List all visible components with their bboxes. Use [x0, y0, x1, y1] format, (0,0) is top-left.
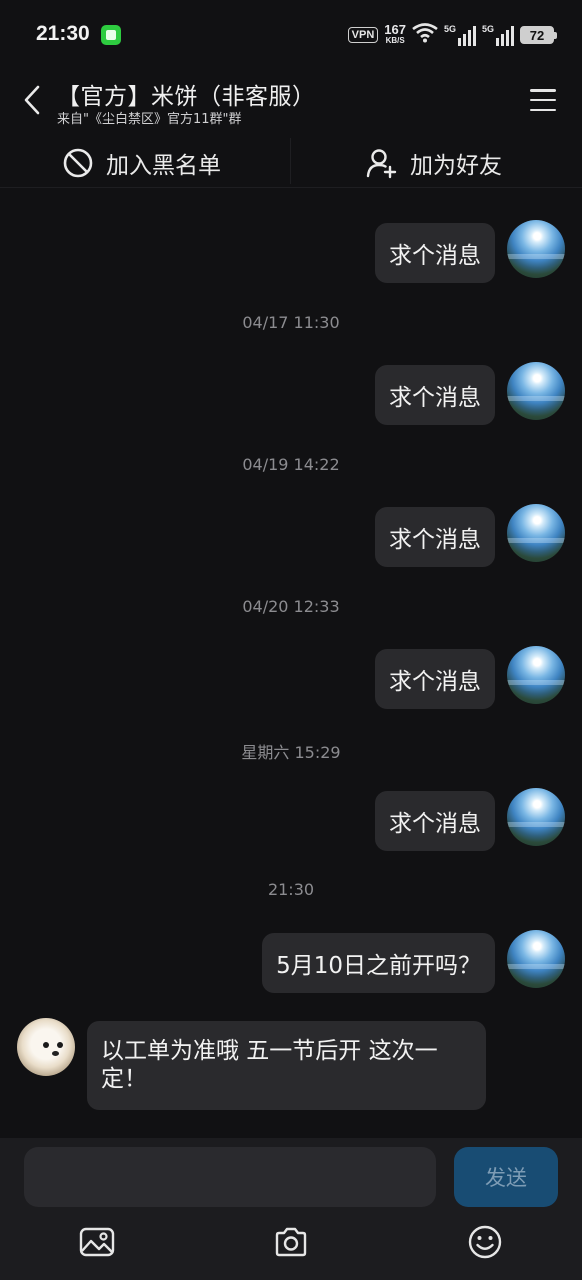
chevron-left-icon	[24, 85, 40, 115]
action-bar: 加入黑名单 加为好友	[0, 138, 582, 188]
outgoing-message[interactable]: 5月10日之前开吗？	[262, 933, 495, 993]
battery-icon: 72	[520, 26, 557, 44]
message-timestamp: 04/17 11:30	[242, 313, 340, 332]
message-input[interactable]	[24, 1147, 436, 1207]
add-friend-button[interactable]: 加为好友	[366, 138, 502, 188]
menu-button[interactable]	[528, 86, 558, 114]
message-timestamp: 04/20 12:33	[242, 597, 340, 616]
action-divider	[290, 138, 291, 184]
outgoing-message[interactable]: 求个消息	[375, 223, 495, 283]
network-speed-value: 167	[384, 22, 406, 37]
wifi-icon	[412, 23, 438, 47]
camera-button[interactable]	[272, 1224, 310, 1260]
signal-sim1-icon: 5G	[444, 24, 476, 46]
my-avatar[interactable]	[507, 362, 565, 420]
block-icon	[63, 148, 93, 178]
composer: 发送	[0, 1138, 582, 1280]
camera-icon	[275, 1227, 307, 1257]
sim1-network-tag: 5G	[444, 24, 457, 34]
battery-level: 72	[529, 27, 545, 43]
add-user-icon	[366, 149, 397, 179]
my-avatar[interactable]	[507, 788, 565, 846]
send-button[interactable]: 发送	[454, 1147, 558, 1207]
add-friend-label: 加为好友	[410, 153, 502, 179]
my-avatar[interactable]	[507, 220, 565, 278]
my-avatar[interactable]	[507, 504, 565, 562]
vpn-badge: VPN	[347, 27, 379, 43]
message-timestamp: 星期六 15:29	[241, 743, 341, 762]
network-speed: 167 KB/S	[384, 22, 406, 46]
message-timestamp: 21:30	[267, 880, 315, 899]
my-avatar[interactable]	[507, 646, 565, 704]
emoji-button[interactable]	[466, 1224, 504, 1260]
status-indicators: VPN 167 KB/S 5G 5G 72	[347, 22, 557, 48]
outgoing-message[interactable]: 求个消息	[375, 791, 495, 851]
incoming-message[interactable]: 以工单为准哦 五一节后开 这次一定！	[87, 1021, 486, 1110]
notification-app-icon	[101, 25, 121, 45]
sim2-network-tag: 5G	[482, 24, 495, 34]
outgoing-message[interactable]: 求个消息	[375, 649, 495, 709]
network-speed-unit: KB/S	[385, 36, 405, 45]
blacklist-button[interactable]: 加入黑名单	[62, 138, 221, 188]
blacklist-label: 加入黑名单	[106, 153, 221, 179]
back-button[interactable]	[14, 82, 50, 118]
my-avatar[interactable]	[507, 930, 565, 988]
peer-avatar[interactable]	[17, 1018, 75, 1076]
menu-icon	[530, 89, 556, 92]
signal-sim2-icon: 5G	[482, 24, 514, 46]
outgoing-message[interactable]: 求个消息	[375, 507, 495, 567]
chat-title: 【官方】米饼（非客服）	[57, 84, 316, 110]
emoji-icon	[468, 1225, 502, 1259]
outgoing-message[interactable]: 求个消息	[375, 365, 495, 425]
chat-subtitle: 来自"《尘白禁区》官方11群"群	[57, 112, 242, 127]
chat-header: 【官方】米饼（非客服） 来自"《尘白禁区》官方11群"群	[0, 70, 582, 134]
image-picker-button[interactable]	[78, 1224, 116, 1260]
image-icon	[79, 1227, 115, 1257]
status-bar: 21:30 VPN 167 KB/S 5G 5G 72	[0, 0, 582, 70]
status-time: 21:30	[36, 22, 90, 45]
message-timestamp: 04/19 14:22	[242, 455, 340, 474]
